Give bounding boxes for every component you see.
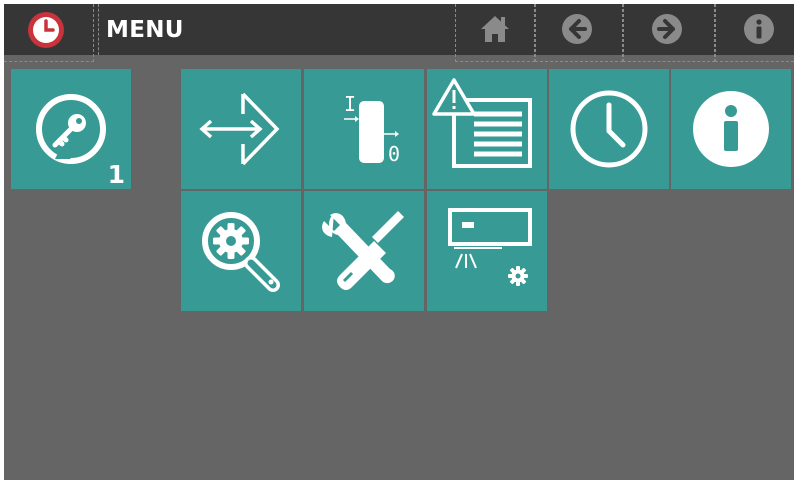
access-level-badge: 1 (107, 160, 125, 189)
back-button[interactable] (535, 4, 623, 62)
settings-search-icon (202, 212, 280, 292)
info-icon (693, 91, 769, 167)
clock-tile[interactable] (549, 69, 669, 189)
unit-settings-tile[interactable] (427, 191, 547, 311)
key-icon (36, 94, 106, 164)
unit-settings-icon (448, 208, 532, 286)
home-button[interactable] (455, 4, 535, 62)
info-circle-icon (744, 14, 774, 44)
svg-text:I: I (344, 92, 356, 116)
top-bar: MENU (4, 4, 794, 62)
digital-io-tile[interactable]: I 0 (304, 69, 424, 189)
io-arrows-icon (199, 92, 280, 166)
clock-icon (570, 90, 648, 168)
home-icon (481, 16, 509, 42)
forward-button[interactable] (623, 4, 715, 62)
screen: MENU 1 I 0 (4, 4, 794, 480)
svg-text:0: 0 (388, 142, 400, 166)
service-tools-tile[interactable] (304, 191, 424, 311)
clock-icon (28, 12, 64, 48)
digital-io-icon: I 0 (344, 92, 400, 166)
tools-icon (322, 211, 404, 290)
info-tile[interactable] (671, 69, 791, 189)
arrow-right-circle-icon (652, 14, 682, 44)
settings-search-tile[interactable] (181, 191, 301, 311)
info-button[interactable] (715, 4, 794, 62)
alarm-list-icon (432, 78, 532, 168)
clock-button[interactable] (4, 4, 94, 62)
arrow-left-circle-icon (562, 14, 592, 44)
alarms-tile[interactable] (427, 69, 547, 189)
login-tile[interactable]: 1 (11, 69, 131, 189)
io-tile[interactable] (181, 69, 301, 189)
page-title: MENU (98, 4, 184, 55)
